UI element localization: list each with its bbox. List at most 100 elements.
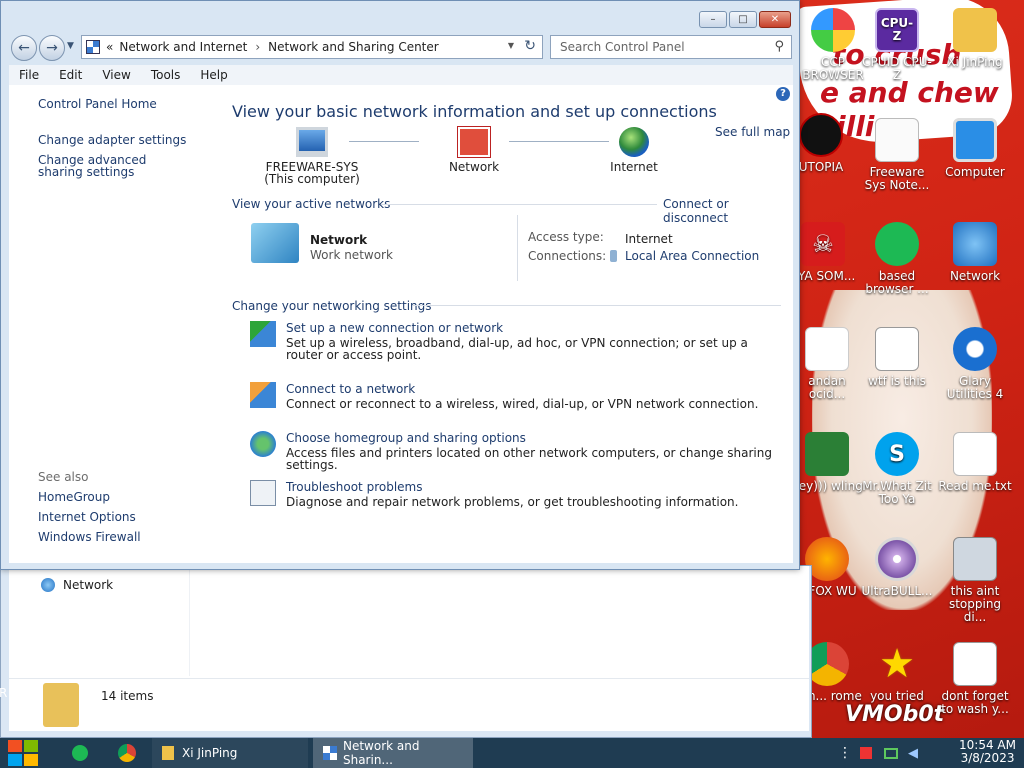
change-advanced-sharing-link[interactable]: Change advanced sharing settings xyxy=(38,154,188,178)
internet-options-link[interactable]: Internet Options xyxy=(38,511,136,523)
menu-bar: File Edit View Tools Help xyxy=(9,65,793,85)
tray-network-icon[interactable] xyxy=(884,738,898,768)
star-icon: ★ xyxy=(879,640,915,687)
local-area-connection-link[interactable]: Local Area Connection xyxy=(610,249,759,263)
node-this-computer[interactable]: FREEWARE-SYS (This computer) xyxy=(262,127,362,185)
folder-icon xyxy=(953,8,997,52)
desktop-icon-glary[interactable]: Glary Utilities 4 xyxy=(938,327,1012,401)
system-clock[interactable]: 10:54 AM 3/8/2023 xyxy=(959,739,1016,765)
desktop-icon-dont-forget[interactable]: dont forget to wash y... xyxy=(938,642,1012,716)
address-dropdown-icon[interactable]: ▼ xyxy=(508,41,514,50)
help-icon[interactable]: ? xyxy=(776,87,790,101)
control-panel-icon xyxy=(323,746,337,760)
windows-firewall-link[interactable]: Windows Firewall xyxy=(38,531,141,543)
connect-network-link[interactable]: Connect to a network xyxy=(286,382,415,396)
access-type-value: Internet xyxy=(625,232,673,246)
desktop-icon-you-tried[interactable]: ★ you tried xyxy=(860,642,934,703)
document-icon xyxy=(875,118,919,162)
wallpaper-text-4: VMOb0t xyxy=(845,702,945,727)
menu-edit[interactable]: Edit xyxy=(49,68,92,82)
setup-connection-link[interactable]: Set up a new connection or network xyxy=(286,321,503,335)
address-bar[interactable]: « Network and Internet › Network and Sha… xyxy=(81,35,543,59)
connect-disconnect-link[interactable]: Connect or disconnect xyxy=(663,197,793,225)
recent-pages-button[interactable]: ▼ xyxy=(67,41,74,51)
desktop-icon-this-aint[interactable]: this aint stopping di... xyxy=(938,537,1012,624)
taskbar-item-network-sharing[interactable]: Network and Sharin... xyxy=(313,738,473,768)
explorer-nav-network-label: Network xyxy=(63,578,114,592)
homegroup-options-desc: Access files and printers located on oth… xyxy=(286,446,772,472)
speaker-icon: ◀ xyxy=(908,745,918,761)
network-map-icon xyxy=(457,126,491,158)
desktop-icon-based-browser[interactable]: based browser ... xyxy=(860,222,934,296)
taskbar: Xi JinPing Network and Sharin... ⋮ ◀ 10:… xyxy=(0,738,1024,768)
new-connection-icon xyxy=(250,321,276,347)
tray-overflow-icon[interactable]: ⋮ xyxy=(838,738,852,768)
ethernet-icon xyxy=(610,250,617,262)
menu-file[interactable]: File xyxy=(9,68,49,82)
desktop-icon-ultrabull[interactable]: UltraBULL... xyxy=(860,537,934,598)
active-network-name[interactable]: Network xyxy=(310,233,367,247)
folder-icon xyxy=(162,746,174,760)
control-panel-icon xyxy=(86,40,100,54)
see-full-map-link[interactable]: See full map xyxy=(715,125,790,139)
desktop-icon-readme[interactable]: Read me.txt xyxy=(938,432,1012,493)
node-internet[interactable]: Internet xyxy=(599,127,669,173)
desktop-icon-network[interactable]: Network xyxy=(938,222,1012,283)
desktop-icon-xi-jinping[interactable]: Xi JinPing xyxy=(938,8,1012,69)
close-button[interactable]: ✕ xyxy=(759,11,791,28)
active-network-divider xyxy=(517,215,518,281)
globe-icon xyxy=(619,127,649,157)
start-button[interactable] xyxy=(8,738,38,768)
page-title: View your basic network information and … xyxy=(232,102,717,121)
change-adapter-settings-link[interactable]: Change adapter settings xyxy=(38,134,186,146)
breadcrumb-network-internet[interactable]: Network and Internet xyxy=(119,40,247,54)
node-this-computer-sub: (This computer) xyxy=(264,172,360,186)
windows-logo-icon xyxy=(8,740,38,766)
troubleshoot-link[interactable]: Troubleshoot problems xyxy=(286,480,422,494)
desktop-icon-wtf[interactable]: wtf is this xyxy=(860,327,934,388)
troubleshoot-icon xyxy=(250,480,276,506)
search-icon[interactable]: ⚲ xyxy=(774,39,784,54)
taskbar-pinned-chrome[interactable] xyxy=(118,738,136,768)
desktop-icon-freeware-notes[interactable]: Freeware Sys Note... xyxy=(860,118,934,192)
desktop-icon-ney[interactable]: ney))) wling xyxy=(790,432,864,493)
explorer-nav-network[interactable]: Network xyxy=(41,578,113,592)
network-sharing-center-window[interactable]: – □ ✕ ← → ▼ « Network and Internet › Net… xyxy=(0,0,800,570)
networking-settings-rule xyxy=(413,305,781,306)
desktop-icon-mr-what[interactable]: S Mr.What Zit Too Ya xyxy=(860,432,934,506)
back-button[interactable]: ← xyxy=(11,35,37,61)
menu-view[interactable]: View xyxy=(92,68,140,82)
explorer-item-count: 14 items xyxy=(101,689,154,703)
taskbar-pinned-chat[interactable] xyxy=(72,738,88,768)
forward-button[interactable]: → xyxy=(39,35,65,61)
homegroup-icon xyxy=(250,431,276,457)
tray-volume-icon[interactable]: ◀ xyxy=(908,738,918,768)
taskbar-item-xi-jinping-label: Xi JinPing xyxy=(182,746,238,760)
explorer-status-bar: 14 items xyxy=(9,678,809,731)
desktop-icon-cpuz[interactable]: CPU-Z CPUID CPU-Z xyxy=(860,8,934,82)
node-network[interactable]: Network xyxy=(437,126,511,173)
search-input[interactable]: Search Control Panel ⚲ xyxy=(550,35,792,59)
taskbar-item-xi-jinping[interactable]: Xi JinPing xyxy=(152,738,308,768)
homegroup-options-link[interactable]: Choose homegroup and sharing options xyxy=(286,431,526,445)
meme-icon xyxy=(805,327,849,371)
maximize-button[interactable]: □ xyxy=(729,11,757,28)
tray-flag-icon[interactable] xyxy=(860,738,872,768)
map-link-2 xyxy=(509,141,609,142)
homegroup-link[interactable]: HomeGroup xyxy=(38,491,110,503)
breadcrumb-separator-icon: › xyxy=(255,40,261,54)
explorer-window-background[interactable]: Network 14 items R xyxy=(0,565,812,738)
menu-tools[interactable]: Tools xyxy=(141,68,191,82)
desktop-icon-andan[interactable]: andan ocid... xyxy=(790,327,864,401)
active-network-type[interactable]: Work network xyxy=(310,248,393,262)
minimize-button[interactable]: – xyxy=(699,11,727,28)
address-overflow-icon[interactable]: « xyxy=(106,40,113,54)
control-panel-home-link[interactable]: Control Panel Home xyxy=(38,98,157,110)
refresh-icon[interactable]: ↻ xyxy=(524,38,536,54)
breadcrumb-network-sharing-center[interactable]: Network and Sharing Center xyxy=(268,40,439,54)
menu-help[interactable]: Help xyxy=(190,68,237,82)
desktop-icon-computer[interactable]: Computer xyxy=(938,118,1012,179)
desktop-icon-ccp-browser[interactable]: CCP BROWSER xyxy=(796,8,870,82)
computer-search-icon xyxy=(953,537,997,581)
work-network-icon xyxy=(251,223,299,263)
